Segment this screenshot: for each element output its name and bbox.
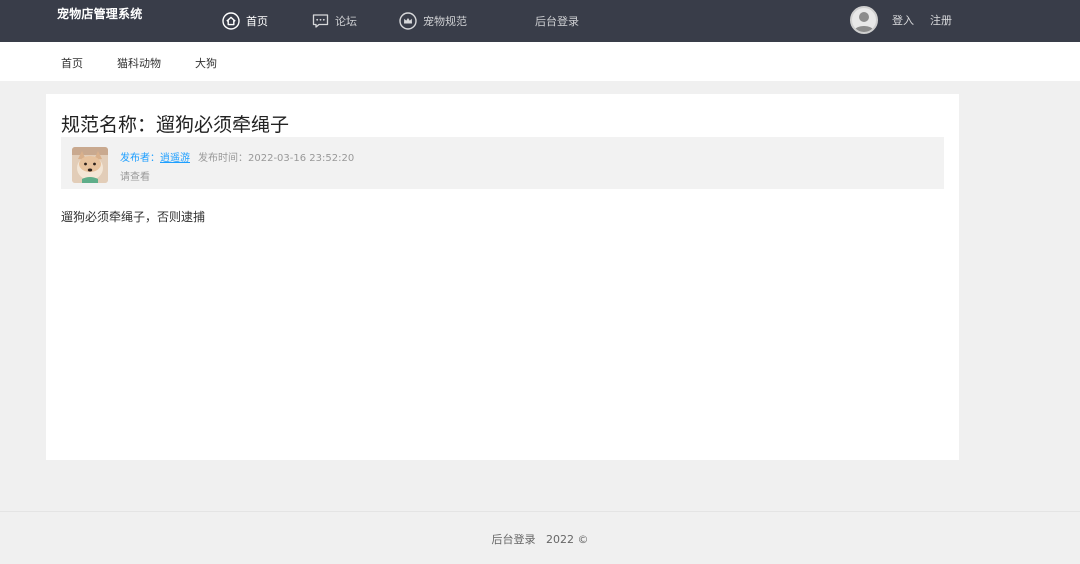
subnav-big-dogs[interactable]: 大狗 [195, 55, 217, 71]
author-label: 发布者： [120, 153, 160, 164]
footer-text: 后台登录 2022 © [491, 533, 589, 546]
register-link[interactable]: 注册 [930, 12, 952, 28]
publish-time-label: 发布时间： [198, 153, 248, 164]
dog-photo-icon [72, 147, 108, 183]
site-logo[interactable]: 宠物店管理系统 [57, 5, 142, 22]
page-footer: 后台登录 2022 © [0, 511, 1080, 564]
nav-home[interactable]: 首页 [222, 0, 268, 42]
crown-icon [399, 12, 417, 30]
nav-pet-rules[interactable]: 宠物规范 [399, 0, 467, 42]
home-icon [222, 12, 240, 30]
article-title: 规范名称：遛狗必须牵绳子 [61, 114, 290, 136]
sub-navigation: 首页 猫科动物 大狗 [0, 42, 1080, 81]
nav-home-label: 首页 [246, 15, 268, 28]
nav-forum[interactable]: 论坛 [312, 0, 357, 42]
user-avatar-icon [854, 12, 874, 32]
nav-forum-label: 论坛 [335, 15, 357, 28]
meta-line: 发布者：逍遥游 发布时间：2022-03-16 23:52:20 [120, 149, 354, 164]
user-avatar[interactable] [850, 6, 878, 34]
publish-time: 2022-03-16 23:52:20 [248, 153, 355, 164]
login-link[interactable]: 登入 [892, 12, 914, 28]
author-avatar[interactable] [72, 147, 108, 183]
article-card: 规范名称：遛狗必须牵绳子 发布者：逍遥游 发布时间：2022-03-16 23:5… [46, 94, 959, 460]
nav-admin-login-label: 后台登录 [535, 15, 579, 28]
article-body: 遛狗必须牵绳子，否则逮捕 [61, 210, 206, 224]
nav-admin-login[interactable]: 后台登录 [535, 0, 579, 42]
top-header: 宠物店管理系统 首页 论坛 宠物规范 后台登录 登入 注册 [0, 0, 1080, 42]
nav-pet-rules-label: 宠物规范 [423, 15, 467, 28]
chat-icon [312, 14, 329, 28]
article-meta: 发布者：逍遥游 发布时间：2022-03-16 23:52:20 请查看 [61, 137, 944, 189]
subnav-felines[interactable]: 猫科动物 [117, 55, 161, 71]
author-link[interactable]: 逍遥游 [160, 153, 190, 164]
subnav-home[interactable]: 首页 [61, 55, 83, 71]
article-summary: 请查看 [120, 172, 150, 183]
